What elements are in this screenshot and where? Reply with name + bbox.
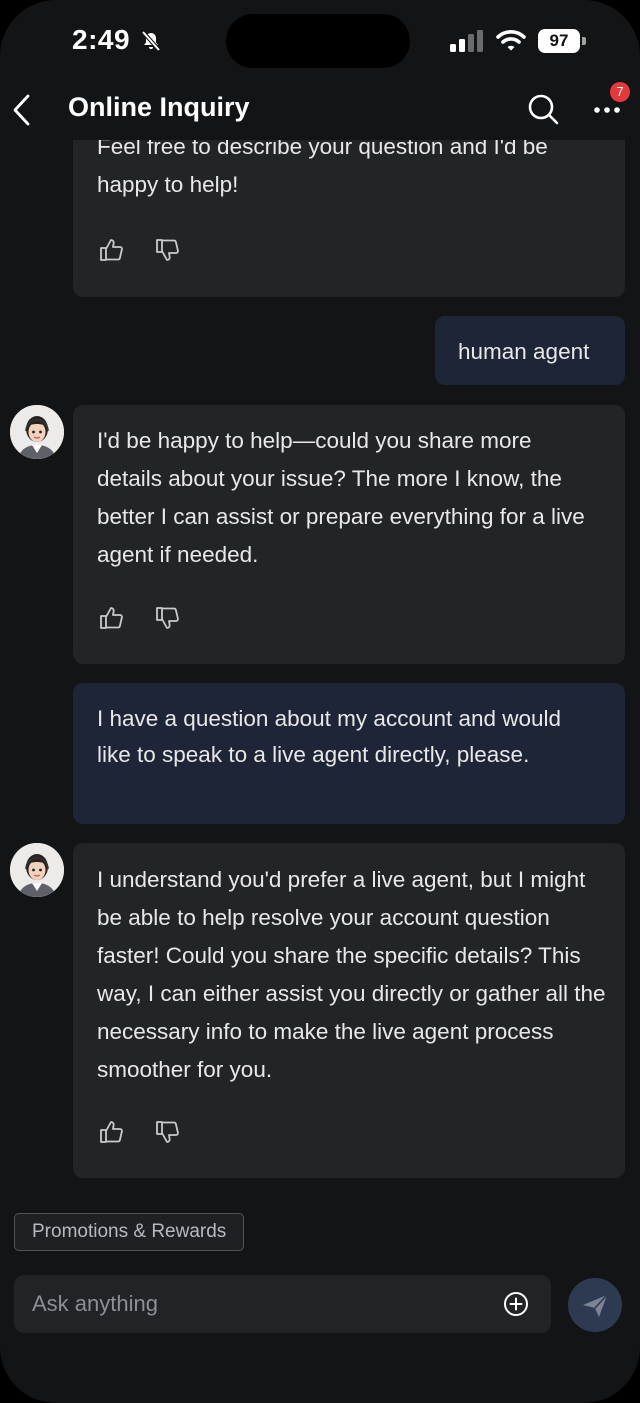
dynamic-island [226,14,410,68]
page-title: Online Inquiry [68,92,250,122]
agent-avatar-icon [10,843,64,897]
thumbs-up-icon[interactable] [98,605,124,631]
chat-scroll-area[interactable]: Feel free to describe your question and … [0,140,640,1200]
battery-level: 97 [538,29,580,53]
nav-bar: Online Inquiry [0,82,640,140]
thumbs-down-icon[interactable] [154,237,180,263]
notification-badge: 7 [610,82,630,102]
bot-message: Feel free to describe your question and … [73,140,625,297]
agent-avatar [10,405,64,459]
bot-message-text: I understand you'd prefer a live agent, … [97,867,606,1082]
thumbs-up-icon[interactable] [98,1119,124,1145]
thumbs-up-icon[interactable] [98,237,124,263]
message-input-placeholder: Ask anything [32,1291,158,1316]
thumbs-down-icon[interactable] [154,1119,180,1145]
suggestion-chip[interactable]: Promotions & Rewards [14,1213,245,1251]
bell-muted-icon [141,30,161,52]
user-message-text: I have a question about my account and w… [97,706,562,767]
wifi-icon [496,30,526,51]
bot-message-text: I'd be happy to help—could you share mor… [97,428,585,567]
phone-screen: J' 2:49 97 Online Inquiry 7 Feel free to… [0,0,640,1403]
agent-avatar-icon [10,405,64,459]
chevron-left-icon[interactable] [10,92,34,128]
message-input[interactable]: Ask anything [14,1275,551,1333]
battery-indicator: 97 [538,29,588,53]
status-time: 2:49 [72,24,131,55]
send-button[interactable] [568,1278,622,1332]
agent-avatar [10,843,64,897]
send-icon [583,1294,608,1317]
status-bar: J' 2:49 97 [0,0,640,82]
search-icon[interactable] [526,92,560,126]
thumbs-down-icon[interactable] [154,605,180,631]
corner-glyph: J' [6,2,15,16]
user-message: I have a question about my account and w… [73,683,625,824]
user-message-text: human agent [458,339,590,364]
plus-circle-icon[interactable] [503,1291,529,1317]
bot-message-text: Feel free to describe your question and … [97,140,548,197]
home-indicator-area [0,1340,640,1403]
battery-cap [582,37,586,45]
cellular-signal-icon [450,30,483,52]
user-message: human agent [435,316,625,385]
